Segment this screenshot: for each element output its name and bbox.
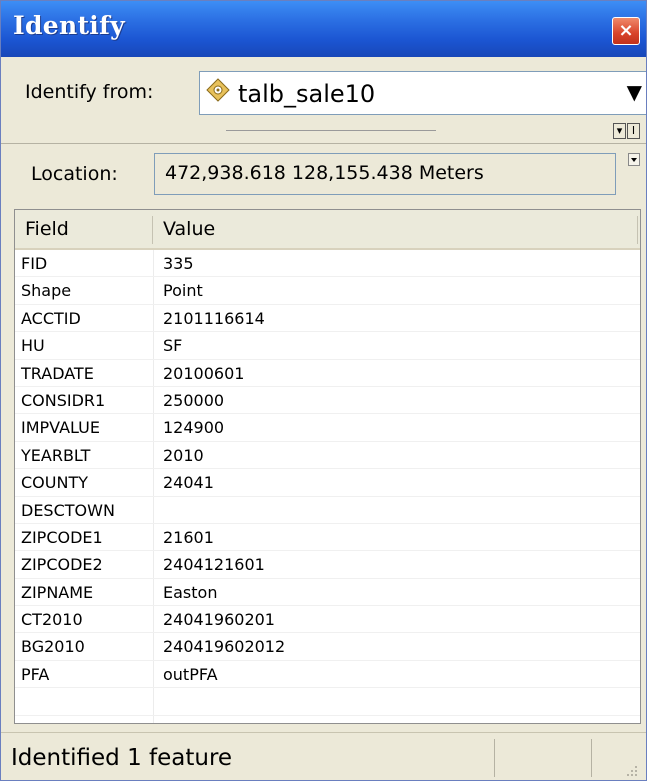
- panel-toolbar: ▾ I: [612, 123, 640, 139]
- table-row[interactable]: COUNTY 24041: [15, 469, 640, 497]
- field-cell: ZIPCODE2: [21, 555, 103, 575]
- field-cell: CT2010: [21, 610, 83, 630]
- value-cell: 20100601: [163, 363, 245, 383]
- table-row[interactable]: [15, 688, 640, 716]
- attributes-table[interactable]: Field Value FID 335 Shape Point ACCTID 210111…: [14, 209, 641, 724]
- location-menu-icon[interactable]: [628, 153, 640, 169]
- table-row[interactable]: Shape Point: [15, 277, 640, 305]
- status-bar: Identified 1 feature: [1, 732, 646, 780]
- table-body: FID 335 Shape Point ACCTID 2101116614 HU SF TRAD…: [15, 250, 640, 716]
- field-cell: ZIPCODE1: [21, 527, 103, 547]
- location-value: 472,938.618 128,155.438 Meters: [165, 162, 484, 184]
- field-cell: CONSIDR1: [21, 390, 106, 410]
- table-row[interactable]: CT2010 24041960201: [15, 606, 640, 634]
- value-cell: outPFA: [163, 664, 218, 684]
- value-cell: 21601: [163, 527, 214, 547]
- value-cell: Easton: [163, 582, 218, 602]
- table-row[interactable]: ZIPCODE2 2404121601: [15, 551, 640, 579]
- status-divider: [494, 739, 495, 777]
- table-row[interactable]: BG2010 240419602012: [15, 633, 640, 661]
- table-row[interactable]: TRADATE 20100601: [15, 360, 640, 387]
- field-cell: TRADATE: [21, 363, 94, 383]
- window-title: Identify: [13, 11, 125, 40]
- field-cell: ACCTID: [21, 308, 81, 328]
- split-icon[interactable]: I: [627, 123, 640, 139]
- table-row[interactable]: ZIPCODE1 21601: [15, 524, 640, 552]
- table-row[interactable]: ACCTID 2101116614: [15, 305, 640, 333]
- field-cell: Shape: [21, 281, 72, 301]
- value-cell: 335: [163, 254, 194, 273]
- table-row[interactable]: YEARBLT 2010: [15, 442, 640, 470]
- point-layer-icon: [206, 78, 230, 102]
- chevron-down-icon[interactable]: ▼: [627, 82, 642, 102]
- field-cell: IMPVALUE: [21, 418, 100, 438]
- value-cell: 124900: [163, 418, 225, 438]
- value-cell: 2010: [163, 445, 204, 465]
- field-cell: YEARBLT: [21, 445, 91, 465]
- table-row[interactable]: FID 335: [15, 250, 640, 278]
- field-cell: DESCTOWN: [21, 500, 115, 520]
- divider: [226, 130, 436, 131]
- table-header: Field Value: [15, 210, 640, 250]
- identify-from-label: Identify from:: [25, 81, 154, 103]
- identify-from-dropdown[interactable]: talb_sale10 ▼: [199, 71, 646, 115]
- value-cell: 2101116614: [163, 308, 265, 328]
- column-divider: [637, 216, 638, 244]
- value-cell: 2404121601: [163, 555, 265, 575]
- location-field[interactable]: 472,938.618 128,155.438 Meters: [154, 153, 616, 195]
- identify-window: Identify × Identify from: talb_sale10 ▼ …: [0, 0, 647, 781]
- value-cell: SF: [163, 336, 183, 356]
- table-row[interactable]: DESCTOWN: [15, 497, 640, 524]
- identify-from-value: talb_sale10: [238, 80, 376, 108]
- column-divider[interactable]: [152, 216, 153, 244]
- value-cell: 240419602012: [163, 637, 286, 657]
- value-cell: Point: [163, 281, 203, 301]
- title-bar[interactable]: Identify ×: [1, 1, 646, 57]
- field-cell: HU: [21, 336, 45, 356]
- field-cell: ZIPNAME: [21, 582, 94, 602]
- value-cell: 250000: [163, 390, 225, 410]
- table-row[interactable]: HU SF: [15, 332, 640, 360]
- toolbar-divider: [1, 143, 646, 144]
- status-divider: [591, 739, 592, 777]
- status-text: Identified 1 feature: [11, 745, 233, 771]
- table-row[interactable]: IMPVALUE 124900: [15, 414, 640, 442]
- resize-grip-icon[interactable]: [626, 765, 638, 777]
- field-cell: COUNTY: [21, 473, 88, 493]
- value-cell: 24041960201: [163, 610, 275, 630]
- field-cell: FID: [21, 254, 48, 273]
- location-label: Location:: [31, 163, 118, 185]
- table-row[interactable]: CONSIDR1 250000: [15, 387, 640, 415]
- table-row[interactable]: PFA outPFA: [15, 661, 640, 689]
- value-cell: 24041: [163, 473, 214, 493]
- table-row[interactable]: ZIPNAME Easton: [15, 579, 640, 607]
- expand-icon[interactable]: ▾: [613, 123, 626, 139]
- field-cell: BG2010: [21, 637, 85, 657]
- close-button[interactable]: ×: [612, 17, 640, 45]
- field-column-header[interactable]: Field: [25, 218, 69, 240]
- value-column-header[interactable]: Value: [163, 218, 215, 240]
- field-cell: PFA: [21, 664, 50, 684]
